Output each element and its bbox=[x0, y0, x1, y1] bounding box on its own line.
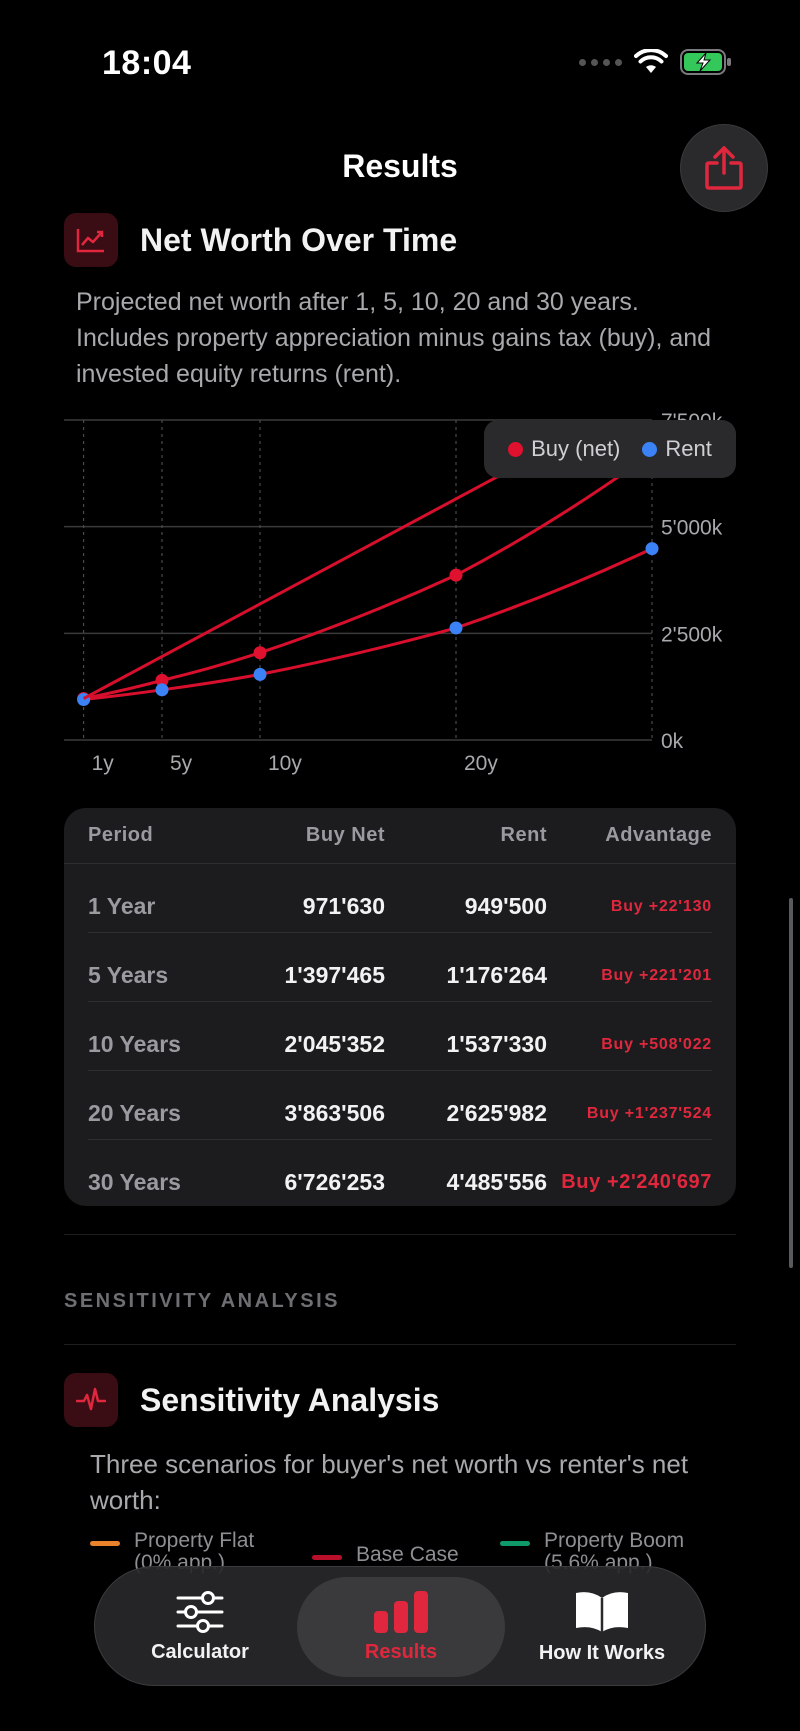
chart-legend: Buy (net) Rent bbox=[484, 420, 736, 478]
cell-advantage: Buy +22'130 bbox=[610, 897, 712, 915]
cell-period: 20 Years bbox=[88, 1100, 181, 1126]
data-point-rent bbox=[645, 542, 659, 556]
table-row: 20 Years 3'863'506 2'625'982 Buy +1'237'… bbox=[64, 1079, 736, 1148]
y-tick-label: 0k bbox=[661, 730, 684, 753]
cell-period: 1 Year bbox=[88, 893, 156, 919]
col-header-advantage: Advantage bbox=[605, 824, 712, 846]
y-tick-label: 5'000k bbox=[661, 517, 723, 540]
cell-rent: 1'176'264 bbox=[446, 962, 547, 988]
line-chart-icon bbox=[64, 213, 118, 267]
share-icon bbox=[705, 146, 743, 190]
sens-label-flat: Property Flat bbox=[134, 1529, 255, 1552]
table-row: 1 Year 971'630 949'500 Buy +22'130 bbox=[64, 872, 736, 941]
wifi-icon bbox=[634, 49, 668, 73]
x-tick-label: 1y bbox=[92, 752, 115, 775]
cell-advantage: Buy +508'022 bbox=[601, 1035, 712, 1053]
section-divider bbox=[64, 1344, 736, 1345]
sens-label-base: Base Case bbox=[356, 1543, 459, 1566]
net-worth-table: Period Buy Net Rent Advantage 1 Year 971… bbox=[64, 808, 736, 1206]
sensitivity-section-label: SENSITIVITY ANALYSIS bbox=[64, 1290, 340, 1312]
cell-period: 30 Years bbox=[88, 1169, 181, 1195]
legend-item-buy: Buy (net) bbox=[508, 436, 620, 462]
status-icons bbox=[579, 48, 732, 76]
sensitivity-header: Sensitivity Analysis bbox=[64, 1373, 439, 1427]
section-divider bbox=[64, 1234, 736, 1235]
cell-rent: 2'625'982 bbox=[446, 1100, 547, 1126]
cellular-signal-icon bbox=[579, 58, 622, 66]
swatch-base bbox=[312, 1555, 342, 1560]
tab-results[interactable]: Results bbox=[307, 1567, 495, 1687]
row-divider bbox=[88, 932, 712, 933]
table-row: 30 Years 6'726'253 4'485'556 Buy +2'240'… bbox=[64, 1148, 736, 1217]
cell-buy: 1'397'465 bbox=[284, 962, 385, 988]
share-button[interactable] bbox=[680, 124, 768, 212]
sliders-icon bbox=[176, 1590, 224, 1633]
tab-calculator[interactable]: Calculator bbox=[115, 1567, 285, 1687]
sensitivity-description: Three scenarios for buyer's net worth vs… bbox=[90, 1449, 689, 1515]
data-point-rent bbox=[253, 667, 267, 681]
net-worth-description: Projected net worth after 1, 5, 10, 20 a… bbox=[76, 288, 712, 388]
swatch-flat bbox=[90, 1541, 120, 1546]
row-divider bbox=[88, 1001, 712, 1002]
cell-advantage: Buy +1'237'524 bbox=[586, 1104, 712, 1122]
tab-calculator-label: Calculator bbox=[151, 1640, 249, 1663]
col-header-buy: Buy Net bbox=[305, 824, 385, 846]
legend-dot-buy bbox=[508, 441, 524, 457]
cell-buy: 2'045'352 bbox=[284, 1031, 385, 1057]
status-time: 18:04 bbox=[102, 44, 192, 82]
cell-advantage: Buy +221'201 bbox=[601, 966, 712, 984]
legend-item-rent: Rent bbox=[642, 436, 712, 462]
cell-buy: 971'630 bbox=[302, 893, 385, 919]
legend-label-buy: Buy (net) bbox=[531, 436, 621, 461]
table-header: Period Buy Net Rent Advantage bbox=[64, 808, 736, 864]
tab-how-it-works[interactable]: How It Works bbox=[507, 1567, 697, 1687]
series-line-rent bbox=[83, 547, 653, 701]
cell-period: 10 Years bbox=[88, 1031, 181, 1057]
net-worth-header: Net Worth Over Time bbox=[64, 213, 457, 267]
cell-rent: 4'485'556 bbox=[446, 1169, 547, 1195]
cell-period: 5 Years bbox=[88, 962, 169, 988]
col-header-rent: Rent bbox=[500, 824, 547, 846]
cell-rent: 949'500 bbox=[464, 893, 547, 919]
tab-results-label: Results bbox=[364, 1640, 438, 1663]
y-tick-label: 2'500k bbox=[661, 623, 723, 646]
book-icon bbox=[576, 1591, 628, 1632]
x-tick-label: 20y bbox=[464, 752, 498, 775]
cell-advantage: Buy +2'240'697 bbox=[561, 1171, 712, 1193]
series-line-buy bbox=[83, 451, 653, 701]
tab-bar: Calculator Results How It Works bbox=[94, 1566, 706, 1686]
legend-dot-rent bbox=[642, 441, 658, 457]
bar-chart-icon bbox=[374, 1590, 428, 1633]
data-point-rent bbox=[449, 621, 463, 635]
row-divider bbox=[88, 1070, 712, 1071]
net-worth-title: Net Worth Over Time bbox=[140, 221, 458, 258]
table-row: 5 Years 1'397'465 1'176'264 Buy +221'201 bbox=[64, 941, 736, 1010]
sens-label-boom: Property Boom bbox=[544, 1529, 685, 1552]
sensitivity-legend: Property Flat (0% app.) Base Case Proper… bbox=[90, 1529, 730, 1574]
sens-legend-base: Base Case bbox=[312, 1544, 459, 1566]
pulse-icon bbox=[64, 1373, 118, 1427]
data-point-rent bbox=[155, 683, 169, 697]
cell-buy: 6'726'253 bbox=[284, 1169, 385, 1195]
legend-label-rent: Rent bbox=[665, 436, 712, 461]
tab-how-it-works-label: How It Works bbox=[538, 1641, 666, 1664]
data-point-buy bbox=[253, 646, 267, 660]
swatch-boom bbox=[500, 1541, 530, 1546]
status-bar: 18:04 bbox=[0, 0, 800, 110]
cell-rent: 1'537'330 bbox=[446, 1031, 547, 1057]
battery-charging-icon bbox=[680, 49, 731, 75]
table-row: 10 Years 2'045'352 1'537'330 Buy +508'02… bbox=[64, 1010, 736, 1079]
scroll-indicator[interactable] bbox=[789, 898, 793, 1268]
sensitivity-title: Sensitivity Analysis bbox=[140, 1381, 440, 1418]
trend-line-buy bbox=[82, 466, 516, 700]
data-point-buy bbox=[449, 568, 463, 582]
x-tick-label: 5y bbox=[170, 752, 193, 775]
col-header-period: Period bbox=[88, 824, 154, 846]
row-divider bbox=[88, 1139, 712, 1140]
cell-buy: 3'863'506 bbox=[284, 1100, 385, 1126]
x-tick-label: 10y bbox=[268, 752, 302, 775]
